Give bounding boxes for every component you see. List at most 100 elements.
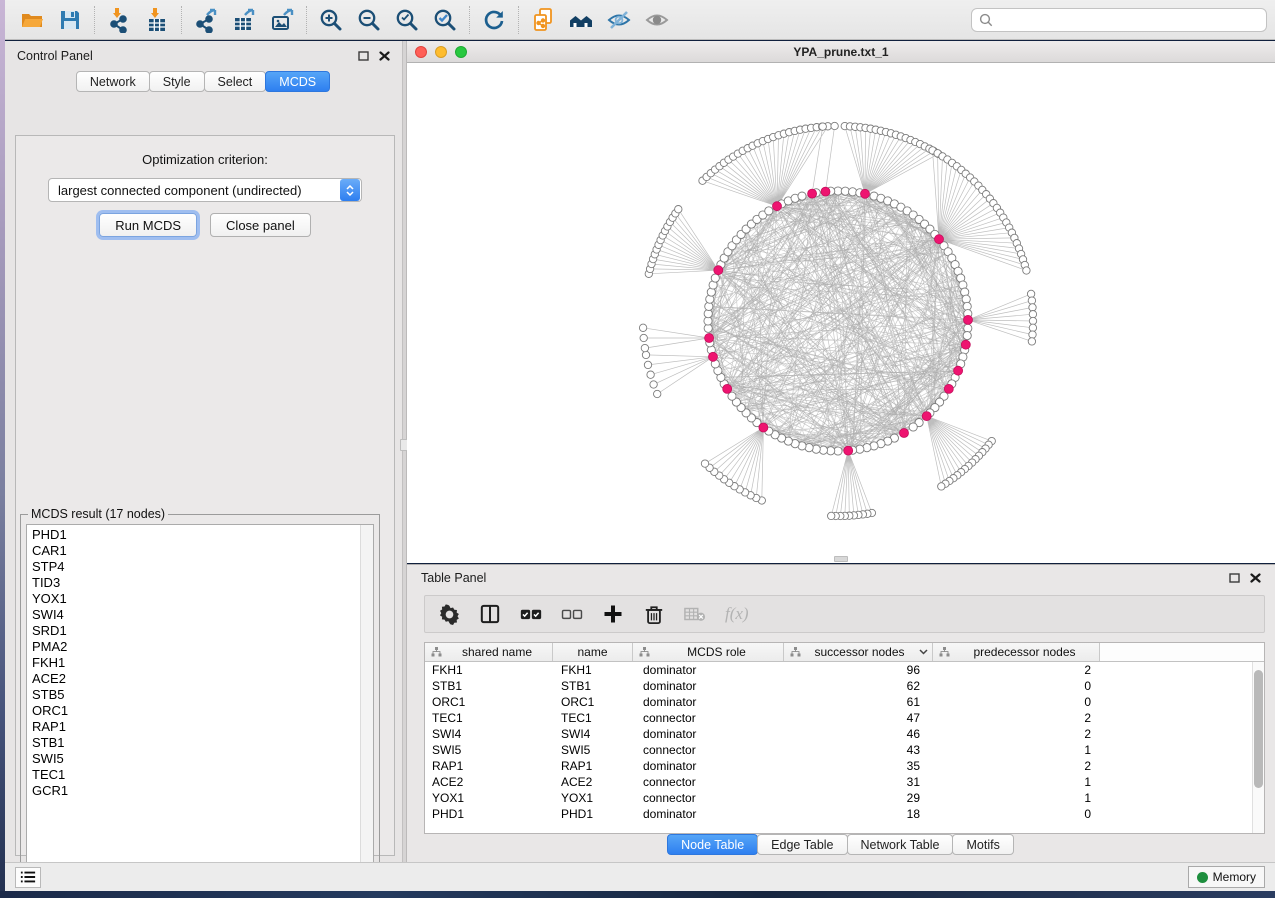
table-row[interactable]: YOX1YOX1connector291 bbox=[425, 790, 1252, 806]
table-row[interactable]: SWI5SWI5connector431 bbox=[425, 742, 1252, 758]
mcds-network-node[interactable] bbox=[759, 423, 768, 432]
import-table-button[interactable] bbox=[138, 4, 176, 36]
first-neighbors-button[interactable] bbox=[562, 4, 600, 36]
network-node[interactable] bbox=[639, 324, 646, 331]
search-field[interactable] bbox=[971, 8, 1267, 32]
zoom-in-button[interactable] bbox=[312, 4, 350, 36]
network-node[interactable] bbox=[654, 390, 661, 397]
tab-style[interactable]: Style bbox=[149, 71, 205, 92]
mcds-result-item[interactable]: CAR1 bbox=[27, 543, 360, 559]
save-session-button[interactable] bbox=[51, 4, 89, 36]
tab-mcds[interactable]: MCDS bbox=[265, 71, 330, 92]
tab-edge-table[interactable]: Edge Table bbox=[757, 834, 847, 855]
network-node[interactable] bbox=[641, 344, 648, 351]
horizontal-splitter-handle[interactable] bbox=[834, 556, 848, 562]
network-node[interactable] bbox=[642, 351, 649, 358]
mcds-result-item[interactable]: TEC1 bbox=[27, 767, 360, 783]
mcds-result-item[interactable]: PMA2 bbox=[27, 639, 360, 655]
mcds-network-node[interactable] bbox=[723, 384, 732, 393]
mcds-network-node[interactable] bbox=[935, 235, 944, 244]
show-all-button[interactable] bbox=[638, 4, 676, 36]
network-titlebar[interactable]: YPA_prune.txt_1 bbox=[407, 41, 1275, 63]
column-header-shared-name[interactable]: shared name bbox=[425, 643, 553, 661]
mcds-list-scrollbar[interactable] bbox=[360, 525, 373, 872]
export-image-button[interactable] bbox=[263, 4, 301, 36]
network-node[interactable] bbox=[650, 381, 657, 388]
run-mcds-button[interactable]: Run MCDS bbox=[99, 213, 197, 237]
network-node[interactable] bbox=[647, 371, 654, 378]
tab-node-table[interactable]: Node Table bbox=[667, 834, 758, 855]
task-history-button[interactable] bbox=[15, 867, 41, 888]
tab-network[interactable]: Network bbox=[76, 71, 150, 92]
search-input[interactable] bbox=[998, 13, 1259, 27]
mcds-network-node[interactable] bbox=[709, 352, 718, 361]
mcds-network-node[interactable] bbox=[773, 202, 782, 211]
mcds-result-list[interactable]: PHD1CAR1STP4TID3YOX1SWI4SRD1PMA2FKH1ACE2… bbox=[26, 524, 374, 873]
mcds-result-item[interactable]: STB1 bbox=[27, 735, 360, 751]
network-node[interactable] bbox=[765, 207, 773, 215]
network-node[interactable] bbox=[640, 334, 647, 341]
network-node[interactable] bbox=[819, 123, 826, 130]
add-row-button[interactable] bbox=[602, 603, 624, 625]
clone-network-button[interactable] bbox=[524, 4, 562, 36]
column-header-MCDS-role[interactable]: MCDS role bbox=[633, 643, 784, 661]
mcds-result-item[interactable]: TID3 bbox=[27, 575, 360, 591]
table-row[interactable]: PHD1PHD1dominator180 bbox=[425, 806, 1252, 822]
memory-button[interactable]: Memory bbox=[1188, 866, 1265, 888]
mcds-result-item[interactable]: GCR1 bbox=[27, 783, 360, 799]
table-row[interactable]: STB1STB1dominator620 bbox=[425, 678, 1252, 694]
delete-table-button[interactable] bbox=[684, 603, 706, 625]
column-header-name[interactable]: name bbox=[553, 643, 633, 661]
network-node[interactable] bbox=[1029, 324, 1036, 331]
mcds-network-node[interactable] bbox=[821, 187, 830, 196]
select-all-button[interactable] bbox=[520, 603, 542, 625]
network-node[interactable] bbox=[1029, 304, 1036, 311]
table-scrollbar-thumb[interactable] bbox=[1254, 670, 1263, 788]
network-node[interactable] bbox=[909, 423, 917, 431]
mcds-result-item[interactable]: SWI4 bbox=[27, 607, 360, 623]
mcds-network-node[interactable] bbox=[705, 334, 714, 343]
mcds-network-node[interactable] bbox=[954, 366, 963, 375]
network-node[interactable] bbox=[711, 274, 719, 282]
mcds-result-item[interactable]: ORC1 bbox=[27, 703, 360, 719]
float-panel-icon[interactable] bbox=[358, 51, 369, 61]
mcds-network-node[interactable] bbox=[922, 412, 931, 421]
table-row[interactable]: RAP1RAP1dominator352 bbox=[425, 758, 1252, 774]
table-row[interactable]: SWI4SWI4dominator462 bbox=[425, 726, 1252, 742]
export-table-button[interactable] bbox=[225, 4, 263, 36]
mcds-result-item[interactable]: PHD1 bbox=[27, 527, 360, 543]
mcds-network-node[interactable] bbox=[808, 189, 817, 198]
mcds-result-item[interactable]: FKH1 bbox=[27, 655, 360, 671]
network-node[interactable] bbox=[938, 483, 945, 490]
network-node[interactable] bbox=[831, 122, 838, 129]
network-node[interactable] bbox=[1028, 338, 1035, 345]
column-header-predecessor-nodes[interactable]: predecessor nodes bbox=[933, 643, 1100, 661]
tab-select[interactable]: Select bbox=[204, 71, 267, 92]
tab-network-table[interactable]: Network Table bbox=[847, 834, 954, 855]
network-canvas[interactable] bbox=[407, 63, 1275, 563]
table-row[interactable]: ORC1ORC1dominator610 bbox=[425, 694, 1252, 710]
mcds-network-node[interactable] bbox=[844, 446, 853, 455]
open-file-button[interactable] bbox=[13, 4, 51, 36]
refresh-layout-button[interactable] bbox=[475, 4, 513, 36]
network-node[interactable] bbox=[1027, 290, 1034, 297]
network-node[interactable] bbox=[1029, 311, 1036, 318]
hide-selected-button[interactable] bbox=[600, 4, 638, 36]
delete-row-button[interactable] bbox=[643, 603, 665, 625]
network-node[interactable] bbox=[1029, 331, 1036, 338]
network-node[interactable] bbox=[798, 192, 806, 200]
import-network-button[interactable] bbox=[100, 4, 138, 36]
mcds-result-item[interactable]: STP4 bbox=[27, 559, 360, 575]
mcds-result-item[interactable]: YOX1 bbox=[27, 591, 360, 607]
close-panel-button[interactable]: Close panel bbox=[210, 213, 311, 237]
mcds-network-node[interactable] bbox=[964, 315, 973, 324]
close-panel-icon[interactable] bbox=[1250, 573, 1261, 583]
mcds-network-node[interactable] bbox=[900, 429, 909, 438]
zoom-selected-button[interactable] bbox=[426, 4, 464, 36]
clear-selection-button[interactable] bbox=[561, 603, 583, 625]
mcds-result-item[interactable]: SWI5 bbox=[27, 751, 360, 767]
float-panel-icon[interactable] bbox=[1229, 573, 1240, 583]
mcds-network-node[interactable] bbox=[714, 266, 723, 275]
mcds-result-item[interactable]: SRD1 bbox=[27, 623, 360, 639]
mcds-result-item[interactable]: STB5 bbox=[27, 687, 360, 703]
